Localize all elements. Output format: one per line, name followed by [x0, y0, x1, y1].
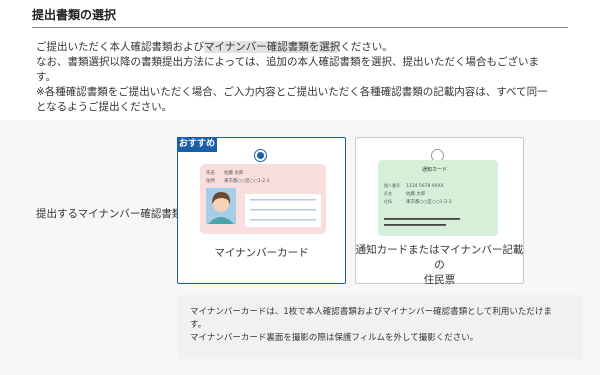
mynumber-card-illustration: 氏名 佐藤 太郎 住所 東京都○○区○○1-2-3 — [200, 164, 326, 234]
notification-card-illustration: 通知カード 個人番号 1234 5678 9XXX 氏名 佐藤 太郎 住所 東京… — [378, 160, 498, 236]
page-title: 提出書類の選択 — [32, 8, 117, 22]
intro-line4: ※各種確認書類をご提出いただく場合、ご入力内容とご提出いただく各種確認書類の記載… — [36, 86, 548, 98]
card-value2: 東京都○○区○○1-2-3 — [224, 177, 270, 184]
intro-line5: となるようご提出ください。 — [36, 101, 173, 113]
card-line — [250, 199, 316, 201]
card-line — [250, 219, 316, 221]
card-header: 通知カード — [422, 166, 447, 173]
option-mynumber-label: マイナンバーカード — [214, 247, 309, 259]
radio-mynumber-card[interactable] — [254, 149, 267, 162]
card-field1: 個人番号 — [384, 182, 400, 188]
info-note: マイナンバーカードは、1枚で本人確認書類およびマイナンバー確認書類として利用いた… — [178, 295, 583, 359]
card-value2: 佐藤 太郎 — [406, 190, 426, 197]
intro-line3: す。 — [36, 71, 56, 83]
option-notification-label: 通知カードまたはマイナンバー記載の 住民票 — [355, 243, 524, 288]
card-value1: 1234 5678 9XXX — [406, 183, 444, 189]
intro-line2: なお、書類選択以降の書類提出方法によっては、追加の本人確認書類を選択、提出いただ… — [36, 56, 539, 68]
person-photo-icon — [206, 188, 236, 224]
option-notification-label-line2: 住民票 — [423, 274, 456, 286]
intro-highlight: マイナンバー確認書類を選択 — [204, 41, 341, 53]
intro-line1-pre: ご提出いただく本人確認書類および — [36, 41, 204, 53]
card-line — [250, 209, 316, 211]
card-line — [384, 224, 446, 226]
intro-line1-post: ください。 — [340, 41, 393, 53]
card-value1: 佐藤 太郎 — [224, 169, 244, 176]
card-field3: 住所 — [384, 198, 392, 204]
note-line2: す。 — [190, 320, 207, 330]
recommended-badge: おすすめ — [177, 137, 217, 152]
card-field2: 氏名 — [384, 190, 392, 196]
option-notification-label-line1: 通知カードまたはマイナンバー記載の — [355, 244, 524, 271]
title-divider — [32, 27, 568, 28]
card-line — [384, 218, 460, 220]
row-label: 提出するマイナンバー確認書類 — [36, 208, 183, 220]
intro-text: ご提出いただく本人確認書類およびマイナンバー確認書類を選択ください。 なお、書類… — [36, 40, 576, 115]
note-line3: マイナンバーカード裏面を撮影の際は保護フィルムを外して撮影ください。 — [190, 333, 479, 343]
card-value3: 東京都○○区○○1-2-3 — [406, 198, 452, 205]
note-line1: マイナンバーカードは、1枚で本人確認書類およびマイナンバー確認書類として利用いた… — [190, 307, 552, 317]
card-field1: 氏名 — [206, 169, 215, 176]
card-field2: 住所 — [206, 177, 215, 184]
